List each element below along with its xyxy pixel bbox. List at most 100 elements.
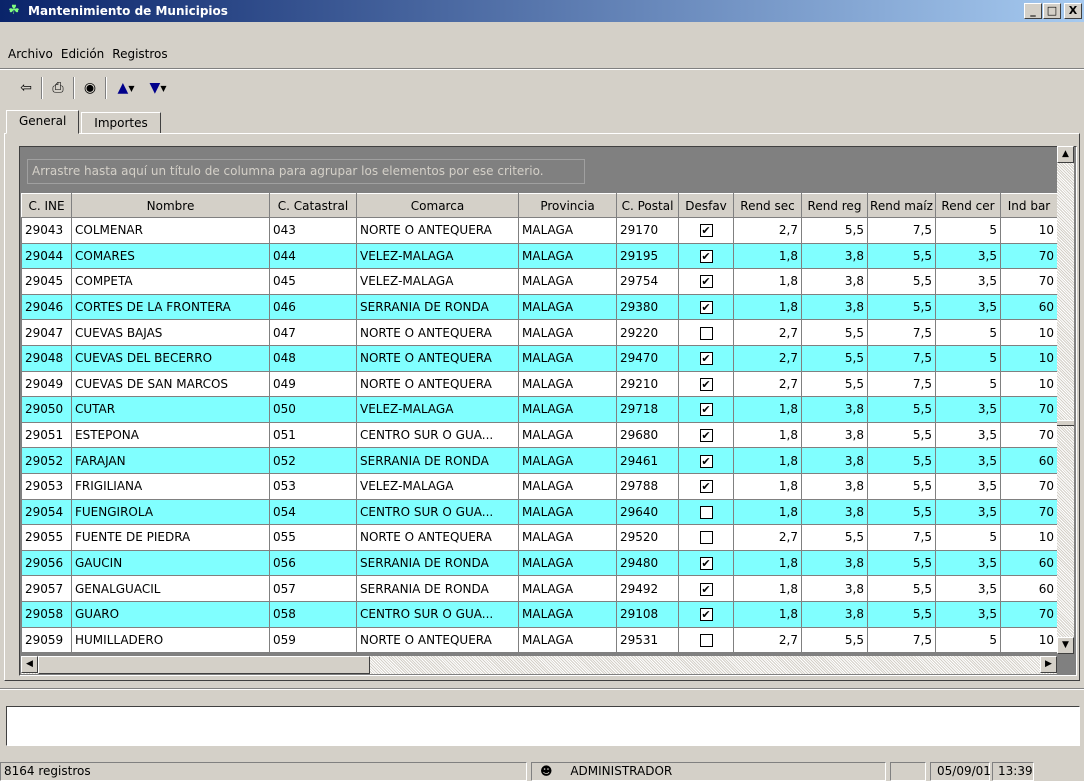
horizontal-scrollbar[interactable]: ◀ ▶ <box>21 656 1057 674</box>
table-cell[interactable]: 29054 <box>21 498 72 526</box>
table-cell[interactable]: 29380 <box>616 293 679 321</box>
table-row[interactable]: 29050 CUTAR 050 VELEZ-MALAGA MALAGA 29718 ✔ 1,8… <box>21 396 1058 423</box>
table-cell[interactable]: 29492 <box>616 575 679 602</box>
table-row[interactable]: 29056 GAUCIN 056 SERRANIA DE RONDA MALAGA 294… <box>21 549 1058 577</box>
table-cell[interactable]: CORTES DE LA FRONTERA <box>71 293 270 321</box>
table-cell[interactable]: 5,5 <box>867 575 936 602</box>
table-cell[interactable]: COMARES <box>71 242 270 270</box>
message-box[interactable] <box>6 706 1080 746</box>
table-cell[interactable]: 1,8 <box>733 447 802 474</box>
table-cell[interactable]: 5,5 <box>867 268 936 295</box>
table-cell[interactable]: 29046 <box>21 293 72 321</box>
column-header[interactable]: Rend maíz <box>867 193 936 218</box>
table-cell[interactable]: 60 <box>1000 549 1058 577</box>
table-cell[interactable]: 1,8 <box>733 268 802 295</box>
table-cell[interactable]: 3,8 <box>801 421 868 449</box>
table-row[interactable]: 29045 COMPETA 045 VELEZ-MALAGA MALAGA 29754 ✔ 1… <box>21 268 1058 295</box>
table-cell[interactable]: 5,5 <box>867 498 936 526</box>
table-cell[interactable]: 7,5 <box>867 319 936 346</box>
desfav-checkbox[interactable] <box>699 531 713 545</box>
table-cell[interactable]: 29052 <box>21 447 72 474</box>
previous-record-icon[interactable]: ▲ ▼ <box>110 77 142 99</box>
desfav-checkbox[interactable]: ✔ <box>699 301 713 315</box>
desfav-checkbox[interactable]: ✔ <box>699 352 713 366</box>
table-cell[interactable] <box>678 319 734 346</box>
column-header[interactable]: C. INE <box>21 193 72 218</box>
table-cell[interactable]: 1,8 <box>733 396 802 423</box>
table-cell[interactable]: 29059 <box>21 626 72 654</box>
table-cell[interactable]: 60 <box>1000 447 1058 474</box>
table-cell[interactable]: 3,5 <box>935 421 1001 449</box>
group-by-area[interactable]: Arrastre hasta aquí un título de columna… <box>27 159 585 184</box>
table-cell[interactable]: 3,5 <box>935 268 1001 295</box>
table-cell[interactable]: ✔ <box>678 396 734 423</box>
table-cell[interactable]: 1,8 <box>733 600 802 628</box>
scroll-left-icon[interactable]: ◀ <box>21 656 38 673</box>
table-cell[interactable]: SERRANIA DE RONDA <box>356 549 519 577</box>
table-cell[interactable]: 3,5 <box>935 396 1001 423</box>
table-cell[interactable]: ✔ <box>678 370 734 398</box>
table-cell[interactable]: ESTEPONA <box>71 421 270 449</box>
table-cell[interactable]: MALAGA <box>518 472 617 500</box>
table-cell[interactable]: 2,7 <box>733 217 802 244</box>
table-cell[interactable]: 045 <box>269 268 357 295</box>
table-cell[interactable]: 5,5 <box>867 293 936 321</box>
desfav-checkbox[interactable] <box>699 505 713 519</box>
desfav-checkbox[interactable]: ✔ <box>699 224 713 238</box>
table-cell[interactable]: 70 <box>1000 498 1058 526</box>
table-cell[interactable]: MALAGA <box>518 242 617 270</box>
table-cell[interactable]: 046 <box>269 293 357 321</box>
table-cell[interactable]: 29788 <box>616 472 679 500</box>
table-cell[interactable]: 29754 <box>616 268 679 295</box>
scroll-down-icon[interactable]: ▼ <box>1057 637 1074 654</box>
table-cell[interactable]: SERRANIA DE RONDA <box>356 447 519 474</box>
table-cell[interactable]: 2,7 <box>733 344 802 372</box>
table-cell[interactable]: CUEVAS BAJAS <box>71 319 270 346</box>
table-cell[interactable]: 3,5 <box>935 498 1001 526</box>
table-cell[interactable]: 29051 <box>21 421 72 449</box>
table-cell[interactable]: 70 <box>1000 242 1058 270</box>
table-cell[interactable]: NORTE O ANTEQUERA <box>356 344 519 372</box>
table-cell[interactable]: COLMENAR <box>71 217 270 244</box>
table-cell[interactable]: 5,5 <box>801 217 868 244</box>
desfav-checkbox[interactable] <box>699 633 713 647</box>
table-cell[interactable]: 044 <box>269 242 357 270</box>
table-cell[interactable]: 5,5 <box>867 421 936 449</box>
table-cell[interactable]: MALAGA <box>518 268 617 295</box>
table-cell[interactable]: GUARO <box>71 600 270 628</box>
table-cell[interactable]: 050 <box>269 396 357 423</box>
table-cell[interactable]: SERRANIA DE RONDA <box>356 575 519 602</box>
table-row[interactable]: 29057 GENALGUACIL 057 SERRANIA DE RONDA MALA… <box>21 575 1058 602</box>
table-cell[interactable]: 29108 <box>616 600 679 628</box>
table-cell[interactable]: NORTE O ANTEQUERA <box>356 319 519 346</box>
table-cell[interactable] <box>678 524 734 551</box>
desfav-checkbox[interactable] <box>699 326 713 340</box>
table-cell[interactable]: 29045 <box>21 268 72 295</box>
table-cell[interactable]: SERRANIA DE RONDA <box>356 293 519 321</box>
table-cell[interactable]: MALAGA <box>518 396 617 423</box>
table-row[interactable]: 29046 CORTES DE LA FRONTERA 046 SERRANIA DE… <box>21 293 1058 321</box>
table-cell[interactable]: 10 <box>1000 217 1058 244</box>
table-cell[interactable]: VELEZ-MALAGA <box>356 268 519 295</box>
desfav-checkbox[interactable]: ✔ <box>699 249 713 263</box>
table-cell[interactable]: 10 <box>1000 524 1058 551</box>
table-cell[interactable]: 2,7 <box>733 370 802 398</box>
scroll-up-icon[interactable]: ▲ <box>1057 146 1074 163</box>
table-cell[interactable]: MALAGA <box>518 217 617 244</box>
table-cell[interactable]: 29220 <box>616 319 679 346</box>
table-cell[interactable]: 053 <box>269 472 357 500</box>
table-cell[interactable]: 2,7 <box>733 626 802 654</box>
table-cell[interactable]: 70 <box>1000 268 1058 295</box>
desfav-checkbox[interactable]: ✔ <box>699 480 713 494</box>
table-cell[interactable]: ✔ <box>678 344 734 372</box>
back-arrow-icon[interactable]: ⇦ <box>14 77 38 99</box>
table-cell[interactable]: ✔ <box>678 268 734 295</box>
scroll-right-icon[interactable]: ▶ <box>1040 656 1057 673</box>
table-cell[interactable]: ✔ <box>678 217 734 244</box>
table-cell[interactable]: 10 <box>1000 344 1058 372</box>
table-cell[interactable]: MALAGA <box>518 524 617 551</box>
table-cell[interactable]: ✔ <box>678 447 734 474</box>
table-cell[interactable]: 056 <box>269 549 357 577</box>
table-cell[interactable]: FRIGILIANA <box>71 472 270 500</box>
table-cell[interactable]: 3,8 <box>801 600 868 628</box>
